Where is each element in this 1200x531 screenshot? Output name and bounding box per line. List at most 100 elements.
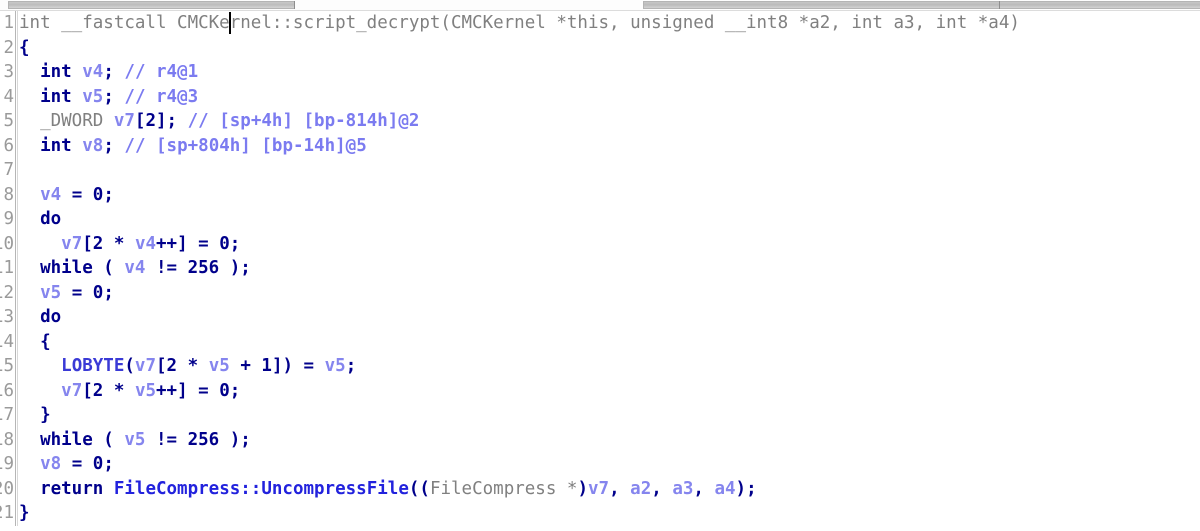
gutter-divider-inner: [17, 133, 18, 158]
code-line[interactable]: 20 return FileCompress::UncompressFile((…: [0, 476, 1200, 501]
code-line-text: v8 = 0;: [19, 452, 114, 477]
token-var: v7: [588, 478, 610, 499]
line-number: 1: [3, 13, 14, 33]
code-line-text: v4 = 0;: [19, 183, 114, 208]
code-line[interactable]: 21}: [0, 501, 1200, 526]
token-punc: +: [229, 356, 262, 376]
code-line[interactable]: 7: [0, 158, 1200, 183]
token-punc: ): [577, 478, 588, 499]
code-line[interactable]: 9 do: [0, 207, 1200, 232]
code-line[interactable]: 3 int v4; // r4@1: [0, 60, 1200, 85]
code-line[interactable]: 4 int v5; // r4@3: [0, 84, 1200, 110]
token-punc: !=: [145, 429, 188, 450]
code-line[interactable]: 8 v4 = 0;: [0, 182, 1200, 208]
gutter-divider: [15, 207, 16, 232]
token-var: v5: [82, 86, 104, 107]
code-line[interactable]: 18 while ( v5 != 256 );: [0, 427, 1200, 452]
gutter-divider-inner: [17, 354, 18, 379]
line-number: 11: [0, 258, 14, 278]
line-number: 5: [3, 111, 14, 131]
token-kw: int: [40, 135, 83, 156]
token-punc: );: [735, 478, 757, 499]
line-number: 12: [0, 282, 14, 303]
token-var: v7: [134, 356, 156, 376]
token-punc: ;: [229, 233, 241, 254]
scrollbar-thumb-secondary[interactable]: [643, 1, 1200, 9]
code-line[interactable]: 1 int __fastcall CMCKernel::script_decryp…: [0, 11, 1200, 36]
token-var: v8: [40, 454, 62, 474]
line-number: 17: [0, 405, 14, 425]
code-line[interactable]: 16 v7[2 * v5++] = 0;: [0, 378, 1200, 403]
token-punc: *: [103, 233, 135, 254]
code-line[interactable]: 13 do: [0, 305, 1200, 330]
line-number: 2: [3, 37, 14, 58]
code-line[interactable]: 10 v7[2 * v4++] = 0;: [0, 231, 1200, 256]
token-num: 2: [166, 356, 178, 376]
code-line[interactable]: 11 while ( v4 != 256 );: [0, 256, 1200, 281]
token-kw: while: [40, 258, 93, 278]
gutter-divider: [15, 476, 16, 501]
token-cmt: // [sp+4h] [bp-814h]@2: [187, 111, 420, 131]
token-punc: (: [92, 258, 125, 278]
gutter-divider: [15, 305, 16, 330]
token-num: 2: [92, 233, 104, 254]
horizontal-scrollbar[interactable]: [0, 0, 1200, 11]
code-line[interactable]: 2{: [0, 35, 1200, 60]
token-punc: }: [40, 405, 51, 425]
line-number: 16: [0, 380, 14, 401]
token-var: v5: [324, 356, 346, 376]
token-num: 0: [92, 282, 104, 303]
gutter-divider-inner: [17, 231, 18, 256]
code-line[interactable]: 17 }: [0, 403, 1200, 428]
token-punc: }: [19, 503, 30, 523]
gutter-divider: [15, 11, 16, 36]
line-number: 6: [3, 135, 14, 156]
gutter-divider: [15, 256, 16, 281]
token-num: 256: [187, 258, 220, 278]
gutter-divider-inner: [17, 207, 18, 232]
token-punc: (: [124, 356, 135, 376]
token-kw: return: [40, 478, 114, 499]
code-line[interactable]: 12 v5 = 0;: [0, 280, 1200, 305]
gutter-divider-inner: [17, 378, 18, 403]
token-punc: !=: [145, 258, 188, 278]
gutter-divider-inner: [17, 35, 18, 60]
line-number: 18: [0, 429, 14, 450]
pseudocode-editor[interactable]: 1 int __fastcall CMCKernel::script_decryp…: [0, 11, 1200, 531]
code-line[interactable]: 5 _DWORD v7[2]; // [sp+4h] [bp-814h]@2: [0, 109, 1200, 134]
scrollbar-thumb[interactable]: [8, 1, 295, 9]
token-punc: ,: [651, 478, 673, 499]
gutter-divider-inner: [17, 182, 18, 207]
code-line[interactable]: 6 int v8; // [sp+804h] [bp-14h]@5: [0, 133, 1200, 158]
gutter-divider: [15, 501, 16, 526]
token-var: a4: [714, 478, 736, 499]
line-number: 14: [0, 331, 14, 352]
code-line[interactable]: 15 LOBYTE(v7[2 * v5 + 1]) = v5;: [0, 354, 1200, 379]
token-punc: =: [61, 184, 93, 205]
gutter-divider: [15, 84, 16, 109]
scrollbar-tick: [294, 1, 295, 9]
token-punc: *: [177, 356, 209, 376]
token-punc: ;: [103, 184, 114, 205]
code-line[interactable]: 14 {: [0, 329, 1200, 354]
gutter-divider: [15, 403, 16, 428]
token-var: v5: [124, 429, 146, 450]
gutter-divider-inner: [17, 305, 18, 330]
token-var: v7: [61, 233, 83, 254]
gutter-divider-inner: [17, 60, 18, 85]
gutter-divider: [15, 109, 16, 134]
code-line-text: int v5; // r4@3: [19, 85, 198, 110]
line-number: 8: [3, 184, 14, 205]
code-area[interactable]: 1 int __fastcall CMCKernel::script_decryp…: [0, 11, 1200, 526]
scrollbar-tick-secondary: [999, 1, 1000, 9]
token-var: v4: [40, 184, 62, 205]
code-line[interactable]: 19 v8 = 0;: [0, 452, 1200, 477]
text-caret: [229, 12, 232, 34]
